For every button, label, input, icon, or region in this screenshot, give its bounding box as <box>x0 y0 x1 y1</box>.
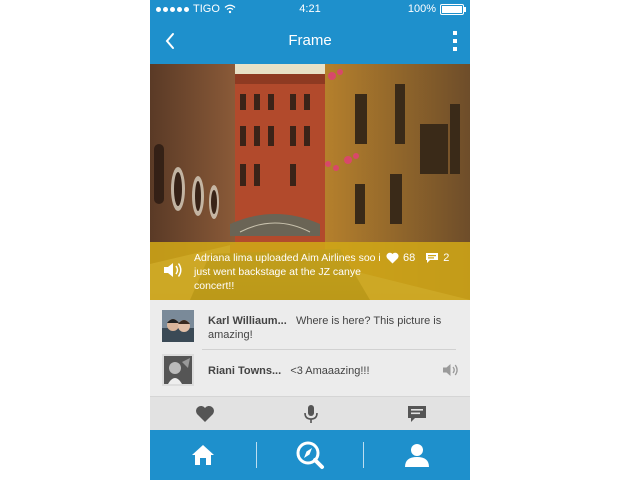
speech-bubble-icon[interactable] <box>406 403 428 425</box>
avatar[interactable] <box>162 310 194 342</box>
like-count: 68 <box>403 252 416 264</box>
battery-percent: 100% <box>407 3 436 15</box>
comment-divider <box>202 349 456 350</box>
post-caption-text: Adriana lima uploaded Aim Airlines soo i… <box>194 252 381 292</box>
heart-icon[interactable] <box>194 403 216 425</box>
status-bar: TIGO 4:21 100% <box>150 0 470 20</box>
comment-count: 2 <box>443 252 450 264</box>
heart-icon[interactable] <box>386 252 399 264</box>
comment-list: Karl Williaum... Where is here? This pic… <box>150 300 470 396</box>
tab-home[interactable] <box>150 430 256 480</box>
tab-bar <box>150 430 470 480</box>
speaker-icon[interactable] <box>442 362 460 378</box>
tab-profile[interactable] <box>364 430 470 480</box>
phone-screen: TIGO 4:21 100% Frame Adriana lima upload… <box>150 0 470 480</box>
battery-icon <box>440 3 466 15</box>
more-vertical-icon[interactable] <box>452 30 458 52</box>
comment-author[interactable]: Riani Towns... <box>208 365 281 377</box>
person-icon <box>405 444 429 467</box>
speaker-icon[interactable] <box>162 260 184 280</box>
compass-search-icon <box>296 441 324 469</box>
page-title: Frame <box>288 32 332 49</box>
action-bar <box>150 396 470 430</box>
microphone-icon[interactable] <box>300 403 322 425</box>
battery-group: 100% <box>407 3 466 15</box>
nav-bar: Frame <box>150 20 470 64</box>
post-caption-bar: Adriana lima uploaded Aim Airlines soo i… <box>150 242 470 300</box>
comment-text: <3 Amaaazing!!! <box>290 365 370 377</box>
comment-author[interactable]: Karl Williaum... <box>208 315 287 327</box>
tab-explore[interactable] <box>257 430 363 480</box>
post-stats: 68 2 <box>386 252 449 264</box>
comment-icon[interactable] <box>425 252 439 264</box>
avatar[interactable] <box>162 354 194 386</box>
home-icon <box>192 445 214 465</box>
